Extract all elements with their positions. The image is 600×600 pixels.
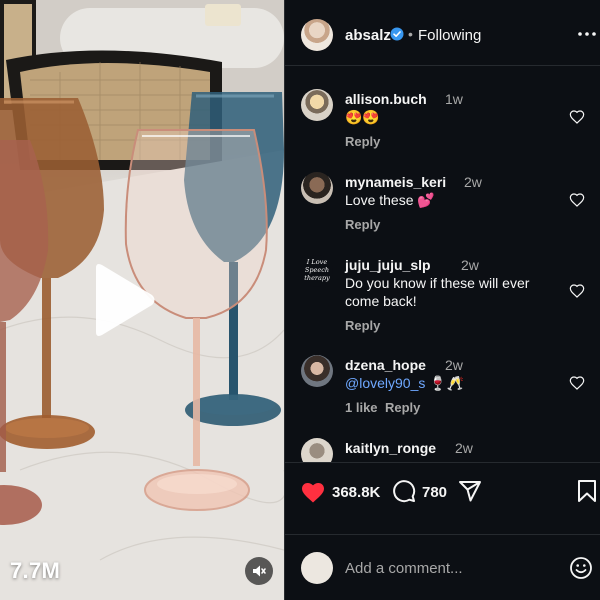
comment-timestamp[interactable]: 2w xyxy=(455,440,473,456)
video-player[interactable]: 7.7M xyxy=(0,0,284,600)
comment-timestamp[interactable]: 2w xyxy=(464,174,482,190)
comment-username[interactable]: mynameis_keri xyxy=(345,174,446,190)
comment-username[interactable]: allison.buch xyxy=(345,91,427,107)
comment-username[interactable]: juju_juju_slp xyxy=(345,257,431,273)
svg-text:Speech: Speech xyxy=(305,266,329,274)
current-user-avatar xyxy=(301,552,333,584)
comment-input[interactable] xyxy=(345,556,555,580)
emoji-icon[interactable] xyxy=(569,556,593,580)
comment-text[interactable]: @lovely90_s 🍷🥂 xyxy=(345,374,560,392)
comment-text: 😍😍 xyxy=(345,109,380,125)
view-count: 7.7M xyxy=(10,558,61,583)
like-comment-icon[interactable] xyxy=(569,192,585,208)
separator-dot: • xyxy=(408,26,413,42)
comment-likes[interactable]: 1 like xyxy=(345,400,378,415)
reply-button[interactable]: Reply xyxy=(385,400,420,415)
like-comment-icon[interactable] xyxy=(569,109,585,125)
comment-count[interactable]: 780 xyxy=(422,484,447,501)
svg-text:I Love: I Love xyxy=(306,258,328,266)
comment-username[interactable]: kaitlyn_ronge xyxy=(345,440,436,456)
play-icon[interactable] xyxy=(88,262,158,338)
commenter-avatar[interactable] xyxy=(301,89,333,121)
comment-text: Do you know if these will ever come back… xyxy=(345,275,530,309)
like-count[interactable]: 368.8K xyxy=(332,484,380,501)
speaker-muted-icon xyxy=(253,565,266,577)
comment-text: Love these 💕 xyxy=(345,192,435,208)
reply-button[interactable]: Reply xyxy=(345,217,380,232)
comment-timestamp[interactable]: 2w xyxy=(461,257,479,273)
mute-button[interactable] xyxy=(245,557,273,585)
comment-timestamp[interactable]: 2w xyxy=(445,357,463,373)
commenter-avatar[interactable] xyxy=(301,355,333,387)
author-username[interactable]: absalz xyxy=(345,27,391,44)
commenter-avatar[interactable] xyxy=(301,438,333,462)
commenter-avatar[interactable] xyxy=(301,172,333,204)
following-button[interactable]: Following xyxy=(418,27,481,44)
post-viewer: 7.7M absalz • Following allison.buch 1w … xyxy=(0,0,600,600)
author-avatar[interactable] xyxy=(301,19,333,51)
comment-composer xyxy=(285,534,600,600)
comment-username[interactable]: dzena_hope xyxy=(345,357,426,373)
post-header: absalz • Following xyxy=(285,0,600,66)
like-comment-icon[interactable] xyxy=(569,283,585,299)
comment-icon[interactable] xyxy=(392,479,416,503)
verified-badge-icon xyxy=(390,27,404,41)
post-sidebar: absalz • Following allison.buch 1w 😍😍 Re… xyxy=(284,0,600,600)
commenter-avatar[interactable]: I Love Speech therapy xyxy=(301,255,333,287)
post-actions: 368.8K 780 xyxy=(285,462,600,522)
svg-text:therapy: therapy xyxy=(304,274,330,282)
reply-button[interactable]: Reply xyxy=(345,318,380,333)
heart-filled-icon[interactable] xyxy=(300,480,326,504)
like-comment-icon[interactable] xyxy=(569,375,585,391)
avatar-logo: I Love Speech therapy xyxy=(304,258,330,282)
comment-list[interactable]: allison.buch 1w 😍😍 Reply mynameis_keri 2… xyxy=(285,66,600,462)
more-options-icon[interactable] xyxy=(577,26,597,42)
comment-timestamp[interactable]: 1w xyxy=(445,91,463,107)
bookmark-icon[interactable] xyxy=(577,479,597,503)
reply-button[interactable]: Reply xyxy=(345,134,380,149)
share-icon[interactable] xyxy=(458,479,482,503)
